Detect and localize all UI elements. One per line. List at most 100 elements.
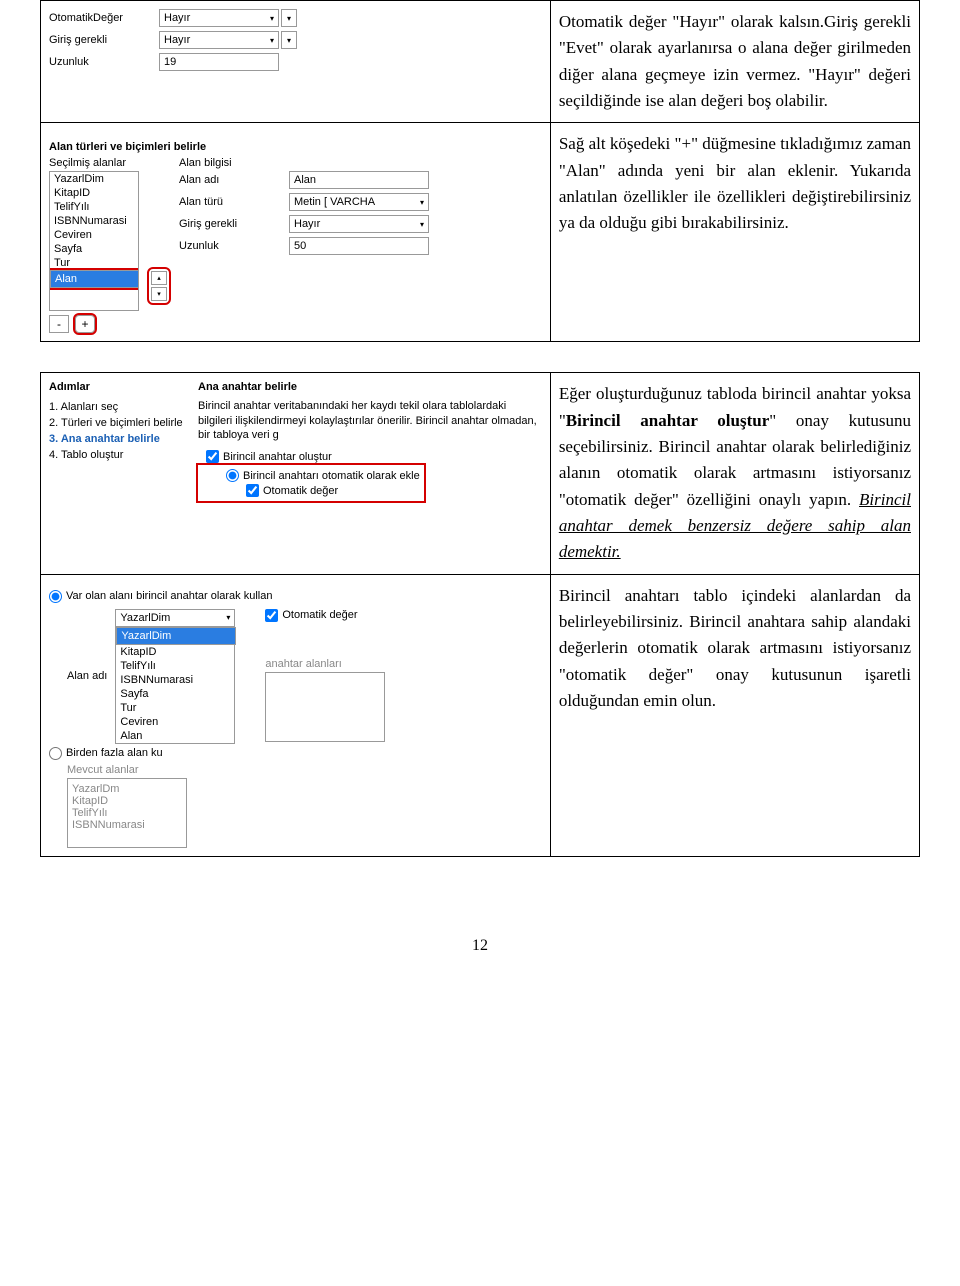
step-3-active[interactable]: 3. Ana anahtar belirle [49,431,184,447]
lbl-mevcut: Mevcut alanlar [67,764,235,776]
radio-multi-row[interactable]: Birden fazla alan ku [49,747,235,760]
cb-create-pk[interactable] [206,450,219,463]
steps-title: Adımlar [49,381,184,393]
dd-option[interactable]: Ceviren [116,715,234,729]
dd-option[interactable]: Tur [116,701,234,715]
page-number: 12 [40,937,920,955]
chevron-down-icon: ▾ [420,198,424,207]
dd-option[interactable]: Alan [116,729,234,743]
steps-sidebar: Adımlar 1. Alanları seç 2. Türleri ve bi… [49,381,184,501]
s1-right-desc2: Sağ alt köşedeki "+" düğmesine tıkladığı… [550,123,919,342]
dd-option[interactable]: YazarlDim [116,627,236,645]
s2-desc1-bold: Birincil anahtar oluştur [566,411,769,430]
s2-desc2-text: Birincil anahtarı tablo içindeki alanlar… [559,586,911,710]
lbl-giris-gerekli2: Giriş gerekli [179,218,289,230]
list-item[interactable]: ISBNNumarasi [50,214,138,228]
lbl-alan-adi: Alan adı [67,670,107,682]
selected-fields-label: Seçilmiş alanlar [49,157,139,169]
lbl-anahtar-alanlari: anahtar alanları [265,658,385,670]
txt-uzunluk-value: 19 [164,56,176,68]
cb-auto-value-row[interactable]: Otomatik değer [246,484,420,497]
dd-option[interactable]: Sayfa [116,687,234,701]
txt-uzunluk[interactable]: 19 [159,53,279,71]
lbl-uzunluk2: Uzunluk [179,240,289,252]
radio-use-existing-row[interactable]: Var olan alanı birincil anahtar olarak k… [49,590,542,603]
dd-alan-adi[interactable]: YazarlDim ▾ [115,609,235,627]
sel-girisgerekli-value: Hayır [164,34,190,46]
sel-extra-arrow[interactable]: ▾ [281,31,297,49]
list-item[interactable]: TelifYılı [50,200,138,214]
move-up-button[interactable]: ▴ [151,271,167,285]
list-item: TelifYılı [72,807,182,819]
dd-value: YazarlDim [120,612,170,624]
s2-right-desc1: Eğer oluşturduğunuz tabloda birincil ana… [550,373,919,574]
radio-auto-add-label: Birincil anahtarı otomatik olarak ekle [243,470,420,482]
dd-option[interactable]: KitapID [116,645,234,659]
cb-auto-value2-label: Otomatik değer [282,609,357,621]
radio-auto-add[interactable] [226,469,239,482]
dd-option[interactable]: ISBNNumarasi [116,673,234,687]
sel-extra-arrow[interactable]: ▾ [281,9,297,27]
section-title: Alan türleri ve biçimleri belirle [49,141,542,153]
existing-field-panel: Var olan alanı birincil anahtar olarak k… [49,583,542,848]
dd-option[interactable]: TelifYılı [116,659,234,673]
section-2-table: Adımlar 1. Alanları seç 2. Türleri ve bi… [40,372,920,856]
cb-create-pk-label: Birincil anahtar oluştur [223,451,332,463]
list-item-selected[interactable]: Alan [50,270,139,288]
desc2-text: Sağ alt köşedeki "+" düğmesine tıkladığı… [559,134,911,232]
step-4[interactable]: 4. Tablo oluştur [49,447,184,463]
sel-otomatikdeger[interactable]: Hayır ▾ [159,9,279,27]
sel-girisgerekli[interactable]: Hayır ▾ [159,31,279,49]
s1-left-top: OtomatikDeğer Hayır ▾ ▾ Giriş gerekli Ha… [41,1,551,123]
sel-alan-turu[interactable]: Metin [ VARCHA ▾ [289,193,429,211]
radio-auto-add-row[interactable]: Birincil anahtarı otomatik olarak ekle [226,469,420,482]
list-item[interactable]: YazarlDim [50,172,138,186]
radio-use-existing[interactable] [49,590,62,603]
list-item: KitapID [72,795,182,807]
cb-auto-value-label: Otomatik değer [263,485,338,497]
chevron-down-icon: ▾ [226,613,230,622]
pk-title: Ana anahtar belirle [198,381,542,393]
pk-intro: Birincil anahtar veritabanındaki her kay… [198,399,542,442]
step-2[interactable]: 2. Türleri ve biçimleri belirle [49,415,184,431]
list-item[interactable]: Sayfa [50,242,138,256]
wizard-content: Ana anahtar belirle Birincil anahtar ver… [198,381,542,501]
desc1-text: Otomatik değer "Hayır" olarak kalsın.Gir… [559,12,911,110]
step-1[interactable]: 1. Alanları seç [49,399,184,415]
fields-panel: Alan türleri ve biçimleri belirle Seçilm… [49,141,542,333]
mevcut-list: YazarlDm KitapID TelifYılı ISBNNumarasi [67,778,187,848]
section-1-table: OtomatikDeğer Hayır ▾ ▾ Giriş gerekli Ha… [40,0,920,342]
reorder-buttons: ▴ ▾ [149,269,169,303]
highlighted-pk-options: Birincil anahtarı otomatik olarak ekle O… [198,465,424,501]
list-item[interactable]: Tur [50,256,138,270]
chevron-down-icon: ▾ [270,14,274,23]
radio-multi[interactable] [49,747,62,760]
move-down-button[interactable]: ▾ [151,287,167,301]
cb-create-pk-row[interactable]: Birincil anahtar oluştur [206,450,542,463]
lbl-otomatikdeger: OtomatikDeğer [49,12,159,24]
dd-alan-adi-open[interactable]: YazarlDim KitapID TelifYılı ISBNNumarasi… [115,626,235,744]
lbl-girisgerekli: Giriş gerekli [49,34,159,46]
cb-auto-value2-row[interactable]: Otomatik değer [265,609,385,622]
sel-giris-gerekli2[interactable]: Hayır ▾ [289,215,429,233]
list-item[interactable]: KitapID [50,186,138,200]
selected-fields-list[interactable]: YazarlDim KitapID TelifYılı ISBNNumarasi… [49,171,139,311]
sel-otomatikdeger-value: Hayır [164,12,190,24]
cb-auto-value[interactable] [246,484,259,497]
lbl-alan-adi: Alan adı [179,174,289,186]
txt-uzunluk2[interactable]: 50 [289,237,429,255]
wizard-panel: Adımlar 1. Alanları seç 2. Türleri ve bi… [49,381,542,501]
radio-use-existing-label: Var olan alanı birincil anahtar olarak k… [66,590,272,602]
radio-multi-label: Birden fazla alan ku [66,747,163,759]
list-item: YazarlDm [72,783,182,795]
add-field-button[interactable]: + [75,315,95,333]
chevron-down-icon: ▾ [420,220,424,229]
list-item[interactable]: Ceviren [50,228,138,242]
txt-alan-adi[interactable]: Alan [289,171,429,189]
s2-left-top: Adımlar 1. Alanları seç 2. Türleri ve bi… [41,373,551,574]
cb-auto-value2[interactable] [265,609,278,622]
remove-field-button[interactable]: - [49,315,69,333]
chevron-down-icon: ▾ [270,36,274,45]
s1-left-bottom: Alan türleri ve biçimleri belirle Seçilm… [41,123,551,342]
s2-right-desc2: Birincil anahtarı tablo içindeki alanlar… [550,574,919,856]
